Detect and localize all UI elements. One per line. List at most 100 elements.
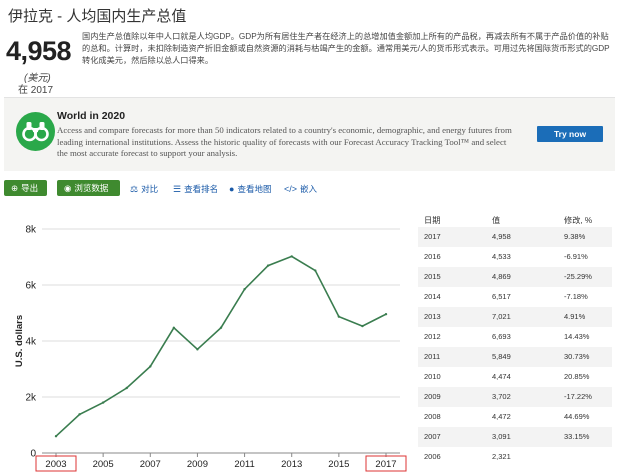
table-row: 2010 4,474 20.85%	[418, 367, 612, 387]
data-point	[101, 401, 105, 404]
table-row: 2016 4,533 -6.91%	[418, 247, 612, 267]
export-label: 导出	[21, 183, 39, 193]
data-point	[243, 288, 246, 291]
x-tick-label: 2009	[187, 459, 208, 470]
table-row: 2007 3,091 33.15%	[418, 427, 612, 447]
x-tick-label: 2017	[375, 459, 396, 470]
cell-value: 4,533	[492, 252, 511, 261]
code-icon: </>	[284, 184, 298, 194]
cell-change: 4.91%	[564, 312, 586, 321]
compare-link[interactable]: ⚖ 对比	[130, 183, 158, 195]
x-tick-label: 2013	[281, 459, 302, 470]
table-row: 2009 3,702 -17.22%	[418, 387, 612, 407]
indicator-description: 国内生产总值除以年中人口就是人均GDP。GDP为所有居住生产者在经济上的总增加值…	[82, 32, 610, 65]
cell-date: 2007	[424, 432, 441, 441]
table-row: 2013 7,021 4.91%	[418, 307, 612, 327]
embed-label: 嵌入	[300, 184, 318, 194]
map-link[interactable]: ● 查看地图	[229, 183, 271, 195]
data-point	[125, 386, 128, 390]
cell-date: 2014	[424, 292, 441, 301]
table-row: 2017 4,958 9.38%	[418, 227, 612, 247]
table-row: 2011 5,849 30.73%	[418, 347, 612, 367]
gdp-series-line	[55, 255, 387, 437]
data-point	[78, 413, 81, 416]
y-tick-label: 2k	[25, 393, 37, 404]
binoculars-icon	[16, 112, 55, 151]
cell-change: -17.22%	[564, 392, 592, 401]
data-point	[149, 365, 152, 368]
eye-icon: ◉	[64, 183, 72, 193]
cell-change: 30.73%	[564, 352, 590, 361]
cell-value: 4,958	[492, 232, 511, 241]
cell-change: -7.18%	[564, 292, 588, 301]
cell-date: 2015	[424, 272, 441, 281]
cell-date: 2006	[424, 452, 441, 461]
scale-icon: ⚖	[130, 184, 139, 194]
data-point	[172, 326, 176, 329]
browse-label: 浏览数据	[74, 183, 109, 193]
cell-date: 2012	[424, 332, 441, 341]
cell-change: 44.69%	[564, 412, 590, 421]
cell-change: 20.85%	[564, 372, 590, 381]
y-tick-label: 8k	[25, 225, 37, 236]
browse-data-button[interactable]: ◉ 浏览数据	[57, 180, 120, 196]
cell-change: -25.29%	[564, 272, 592, 281]
cell-value: 3,702	[492, 392, 511, 401]
cell-value: 5,849	[492, 352, 511, 361]
data-point	[219, 326, 223, 329]
cell-change: 9.38%	[564, 232, 586, 241]
y-axis-label: U.S. dollars	[14, 315, 25, 367]
data-point	[290, 255, 293, 258]
cell-date: 2009	[424, 392, 441, 401]
value-year: 在 2017	[18, 85, 54, 96]
cell-date: 2016	[424, 252, 441, 261]
cell-date: 2017	[424, 232, 441, 241]
table-row: 2008 4,472 44.69%	[418, 407, 612, 427]
headline-value: 4,958	[6, 36, 72, 66]
cell-value: 3,091	[492, 432, 511, 441]
table-row: 2006 2,321	[418, 447, 612, 467]
embed-link[interactable]: </> 嵌入	[284, 183, 317, 195]
data-point	[54, 435, 58, 438]
cell-value: 4,869	[492, 272, 511, 281]
cell-change: -6.91%	[564, 252, 588, 261]
cell-value: 4,472	[492, 412, 511, 421]
data-point	[314, 269, 317, 272]
x-tick-label: 2011	[234, 459, 254, 470]
cell-change: 14.43%	[564, 332, 590, 341]
x-tick-label: 2007	[140, 459, 161, 470]
export-button[interactable]: ⊕ 导出	[4, 180, 47, 196]
banner-text: Access and compare forecasts for more th…	[57, 125, 512, 158]
data-point	[196, 348, 199, 351]
x-tick-label: 2003	[45, 459, 66, 470]
promo-banner: World in 2020 Access and compare forecas…	[4, 97, 615, 171]
globe-icon: ●	[229, 184, 235, 194]
export-icon: ⊕	[11, 183, 19, 193]
x-tick-label: 2005	[93, 459, 114, 470]
ranking-link[interactable]: ☰ 查看排名	[173, 183, 218, 195]
cell-change: 33.15%	[564, 432, 590, 441]
y-tick-label: 6k	[25, 281, 37, 292]
data-point	[337, 315, 341, 318]
gdp-line-chart: 02k4k6k8kU.S. dollars2003 2005 2007 2009 201…	[14, 225, 407, 472]
cell-value: 7,021	[492, 312, 511, 321]
banner-title: World in 2020	[57, 110, 126, 122]
compare-label: 对比	[141, 184, 159, 194]
cell-value: 4,474	[492, 372, 511, 381]
list-icon: ☰	[173, 184, 182, 194]
cell-value: 2,321	[492, 452, 511, 461]
col-header-date: 日期	[424, 216, 441, 225]
table-row: 2012 6,693 14.43%	[418, 327, 612, 347]
table-row: 2014 6,517 -7.18%	[418, 287, 612, 307]
try-now-button[interactable]: Try now	[537, 126, 603, 142]
ranking-label: 查看排名	[184, 184, 219, 194]
y-tick-label: 4k	[25, 337, 37, 348]
col-header-value: 值	[492, 216, 501, 225]
page-title: 伊拉克 - 人均国内生产总值	[8, 8, 187, 25]
x-tick-label: 2015	[328, 459, 349, 470]
cell-date: 2011	[424, 352, 441, 361]
data-point	[384, 312, 388, 316]
cell-date: 2010	[424, 372, 441, 381]
cell-value: 6,693	[492, 332, 511, 341]
data-point	[266, 264, 270, 267]
